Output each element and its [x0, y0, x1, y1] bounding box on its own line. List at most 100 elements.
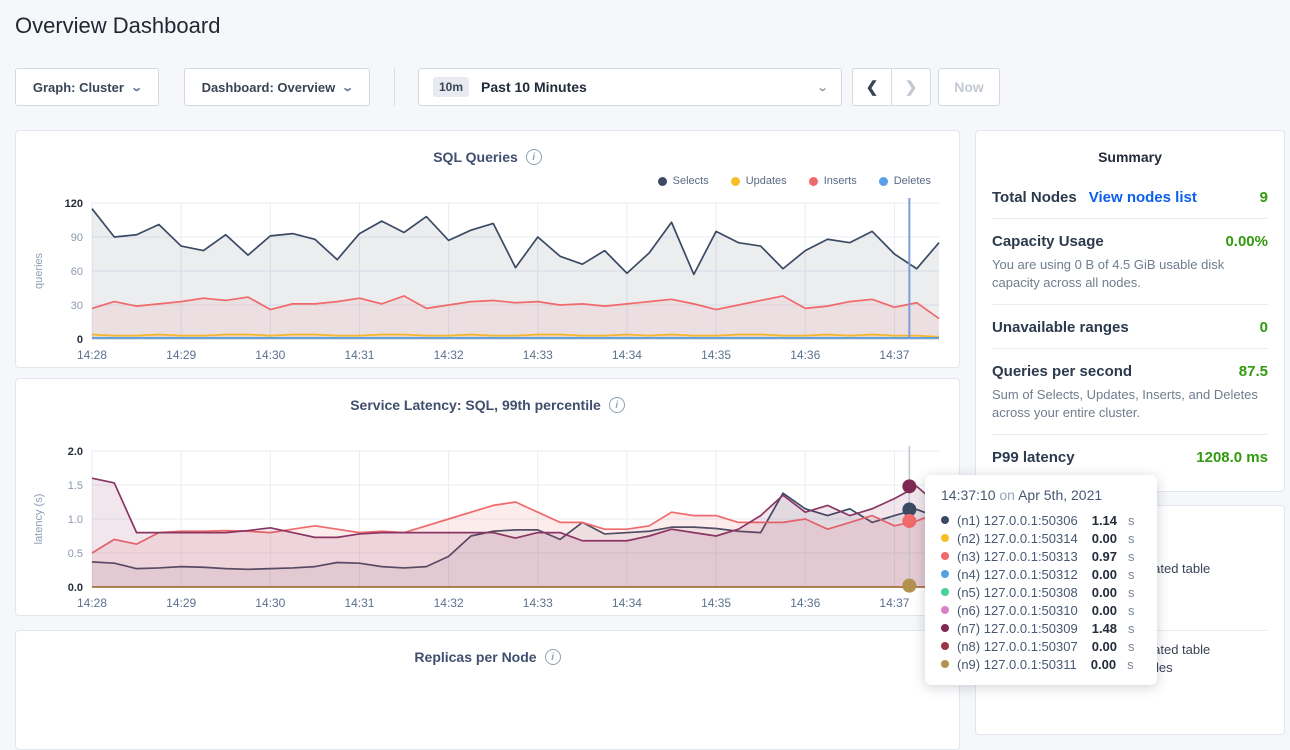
dashboard-dropdown[interactable]: Dashboard: Overview ⌄ [184, 68, 370, 106]
node-latency-unit: s [1128, 639, 1135, 654]
time-range-label: Past 10 Minutes [481, 79, 806, 95]
summary-row-capacity: Capacity Usage 0.00% You are using 0 B o… [992, 219, 1268, 305]
legend-dot [731, 177, 740, 186]
legend-dot [658, 177, 667, 186]
info-icon[interactable]: i [545, 649, 561, 665]
qps-description: Sum of Selects, Updates, Inserts, and De… [992, 386, 1268, 422]
tooltip-node-row: (n6) 127.0.0.1:503100.00s [941, 601, 1141, 619]
tooltip-node-row: (n3) 127.0.0.1:50313 0.97 s [941, 547, 1141, 565]
node-latency-value: 1.14 [1092, 513, 1117, 528]
legend-item-inserts[interactable]: Inserts [809, 175, 857, 187]
latency-title: Service Latency: SQL, 99th percentile [350, 397, 601, 413]
node-latency-unit: s [1127, 657, 1134, 672]
svg-text:14:37: 14:37 [879, 596, 909, 610]
svg-text:14:32: 14:32 [434, 348, 464, 362]
svg-text:14:29: 14:29 [166, 348, 196, 362]
legend-item-deletes[interactable]: Deletes [879, 175, 931, 187]
summary-row-qps: Queries per second 87.5 Sum of Selects, … [992, 349, 1268, 435]
legend-label: Updates [746, 175, 787, 187]
svg-text:14:30: 14:30 [255, 348, 285, 362]
time-next-button[interactable]: ❯ [891, 68, 931, 106]
chart-hover-tooltip: 14:37:10 on Apr 5th, 2021 (n1) 127.0.0.1… [925, 475, 1157, 685]
svg-text:1.0: 1.0 [68, 514, 83, 526]
node-latency-value: 0.00 [1092, 585, 1117, 600]
svg-text:latency (s): latency (s) [33, 494, 45, 545]
tooltip-node-row: (n2) 127.0.0.1:503140.00s [941, 529, 1141, 547]
node-latency-value: 0.97 [1092, 549, 1117, 564]
svg-text:0.5: 0.5 [68, 548, 83, 560]
time-range-badge: 10m [433, 77, 469, 97]
graph-dropdown[interactable]: Graph: Cluster ⌄ [15, 68, 159, 106]
time-range-selector[interactable]: 10m Past 10 Minutes ⌄ [418, 68, 842, 106]
svg-text:14:34: 14:34 [612, 596, 642, 610]
svg-text:30: 30 [71, 300, 83, 312]
legend-item-selects[interactable]: Selects [658, 175, 709, 187]
qps-label: Queries per second [992, 363, 1132, 380]
node-color-dot [941, 642, 949, 650]
tooltip-node-row: (n9) 127.0.0.1:503110.00s [941, 655, 1141, 673]
total-nodes-label: Total Nodes [992, 189, 1077, 206]
latency-chart[interactable]: 14:2814:2914:3014:3114:3214:3314:3414:35… [28, 441, 947, 613]
svg-text:0.0: 0.0 [68, 582, 83, 594]
replicas-title: Replicas per Node [414, 649, 536, 665]
sql-queries-title: SQL Queries [433, 149, 518, 165]
node-latency-value: 0.00 [1092, 639, 1117, 654]
summary-row-p99: P99 latency 1208.0 ms [992, 435, 1268, 478]
node-latency-unit: s [1128, 567, 1135, 582]
node-latency-unit: s [1128, 603, 1135, 618]
legend-item-updates[interactable]: Updates [731, 175, 787, 187]
capacity-description: You are using 0 B of 4.5 GiB usable disk… [992, 256, 1268, 292]
node-address: (n3) 127.0.0.1:50313 [957, 549, 1078, 564]
node-latency-value: 0.00 [1091, 657, 1116, 672]
summary-heading: Summary [992, 131, 1268, 175]
svg-text:14:31: 14:31 [344, 596, 374, 610]
tooltip-node-row: (n5) 127.0.0.1:503080.00s [941, 583, 1141, 601]
node-color-dot [941, 660, 949, 668]
node-latency-unit: s [1128, 531, 1135, 546]
now-button-label: Now [954, 79, 984, 95]
node-latency-unit: s [1128, 549, 1135, 564]
sql-queries-chart[interactable]: 14:2814:2914:3014:3114:3214:3314:3414:35… [28, 193, 947, 365]
dashboard-dropdown-label: Dashboard: Overview [202, 80, 336, 95]
legend-label: Deletes [894, 175, 931, 187]
tooltip-node-rows: (n1) 127.0.0.1:503061.14s(n2) 127.0.0.1:… [941, 511, 1141, 673]
summary-row-total-nodes: Total Nodes View nodes list 9 [992, 175, 1268, 219]
node-color-dot [941, 606, 949, 614]
time-prev-button[interactable]: ❮ [852, 68, 892, 106]
info-icon[interactable]: i [526, 149, 542, 165]
unavailable-ranges-label: Unavailable ranges [992, 319, 1129, 336]
svg-text:14:33: 14:33 [523, 596, 553, 610]
svg-text:14:36: 14:36 [790, 348, 820, 362]
qps-value: 87.5 [1239, 363, 1268, 380]
chevron-down-icon: ⌄ [341, 81, 354, 94]
graph-dropdown-label: Graph: Cluster [33, 80, 124, 95]
node-address: (n7) 127.0.0.1:50309 [957, 621, 1078, 636]
svg-text:14:36: 14:36 [790, 596, 820, 610]
total-nodes-value: 9 [1260, 189, 1268, 206]
sql-queries-legend: Selects Updates Inserts Deletes [658, 175, 931, 187]
summary-row-unavailable: Unavailable ranges 0 [992, 305, 1268, 349]
view-nodes-list-link[interactable]: View nodes list [1089, 189, 1197, 206]
now-button[interactable]: Now [938, 68, 1000, 106]
node-address: (n8) 127.0.0.1:50307 [957, 639, 1078, 654]
controls-divider [394, 68, 395, 106]
svg-text:60: 60 [71, 266, 83, 278]
legend-dot [809, 177, 818, 186]
capacity-value: 0.00% [1225, 233, 1268, 250]
p99-latency-value: 1208.0 ms [1196, 449, 1268, 466]
svg-text:90: 90 [71, 232, 83, 244]
node-latency-value: 0.00 [1092, 567, 1117, 582]
sql-queries-panel: SQL Queries i Selects Updates Inserts Delet… [15, 130, 960, 368]
node-latency-value: 0.00 [1092, 603, 1117, 618]
svg-text:0: 0 [77, 334, 83, 346]
node-address: (n1) 127.0.0.1:50306 [957, 513, 1078, 528]
svg-text:14:28: 14:28 [77, 348, 107, 362]
svg-text:14:35: 14:35 [701, 596, 731, 610]
node-color-dot [941, 552, 949, 560]
latency-panel: Service Latency: SQL, 99th percentile i … [15, 378, 960, 616]
node-color-dot [941, 516, 949, 524]
node-latency-unit: s [1128, 621, 1135, 636]
svg-text:14:35: 14:35 [701, 348, 731, 362]
chevron-right-icon: ❯ [905, 78, 918, 96]
info-icon[interactable]: i [609, 397, 625, 413]
